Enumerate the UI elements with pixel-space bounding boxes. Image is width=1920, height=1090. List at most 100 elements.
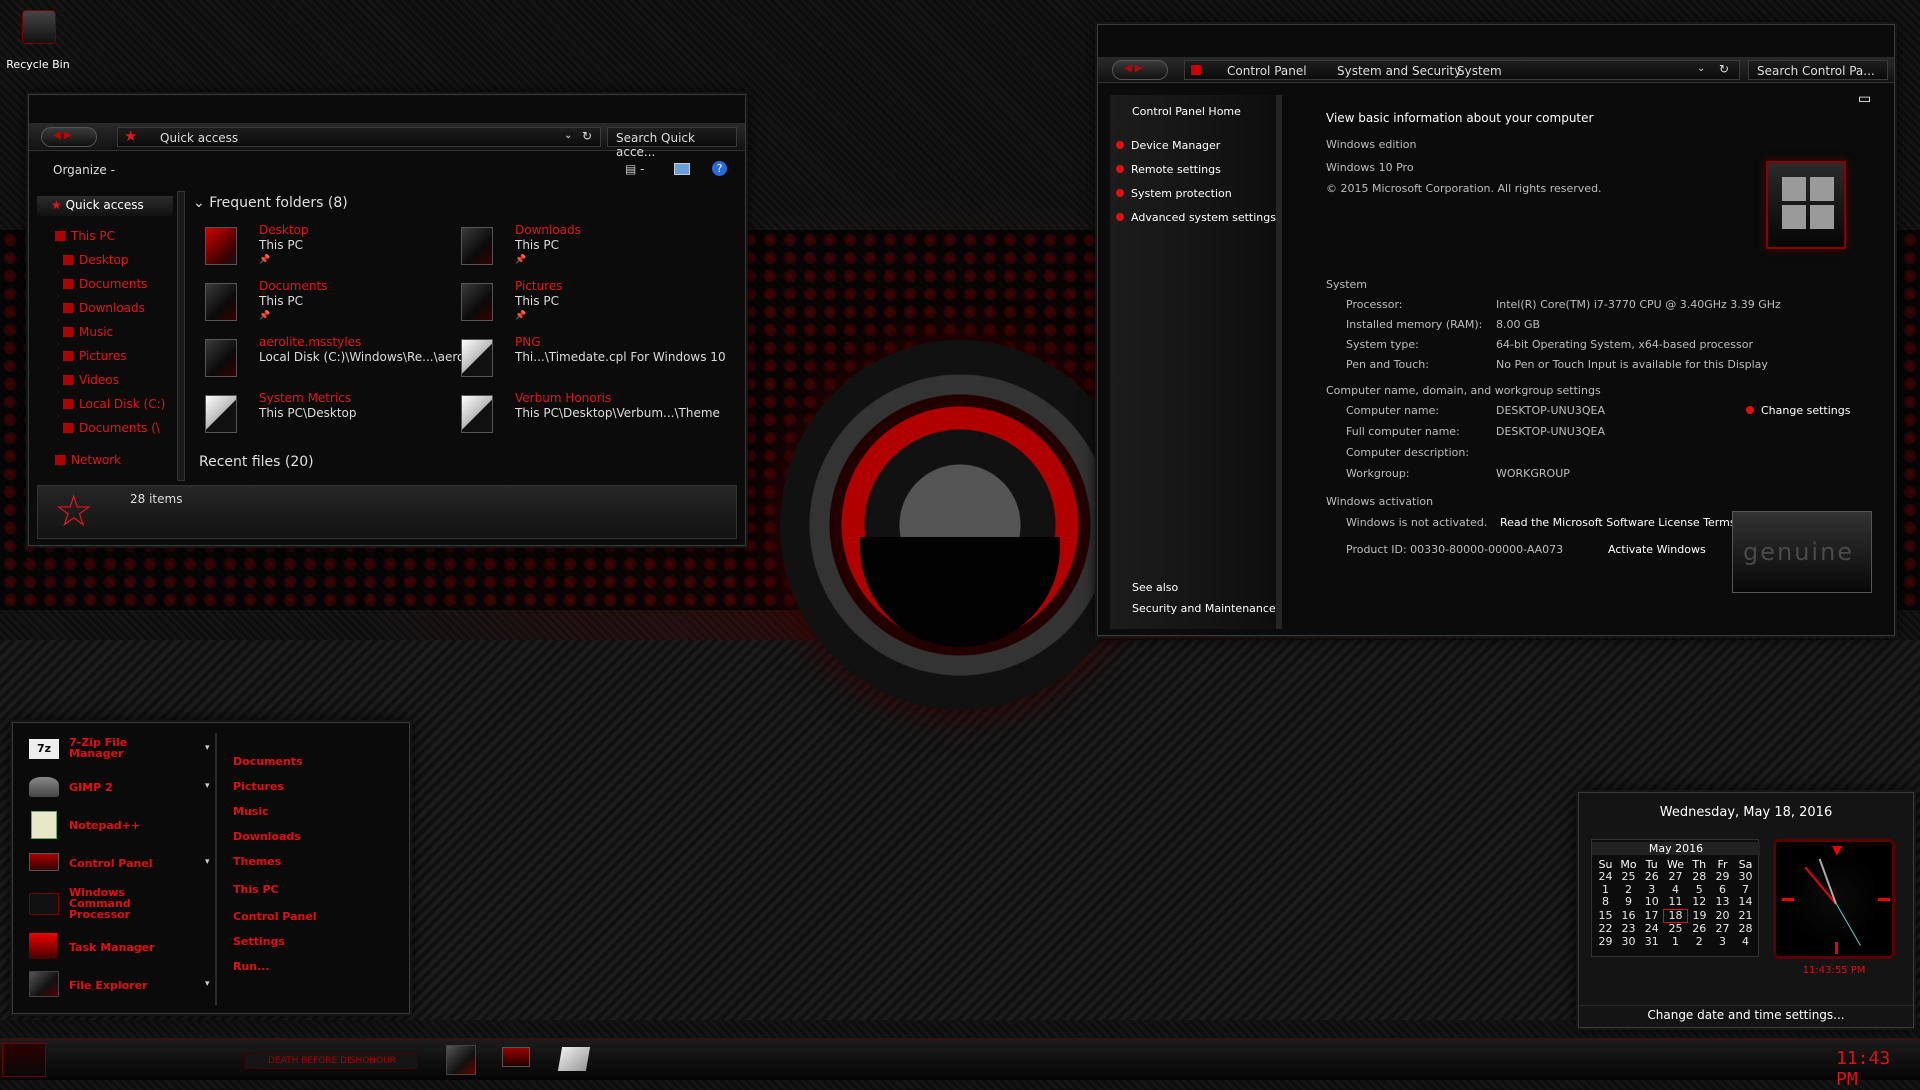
calendar-day[interactable]: 2 [1617,883,1640,897]
recent-files-header[interactable]: Recent files (20) [199,454,314,470]
place-themes[interactable]: Themes [233,855,281,868]
taskbar-explorer-icon[interactable] [446,1045,476,1075]
calendar-day[interactable]: 30 [1617,935,1640,949]
calendar-day[interactable]: 26 [1688,922,1712,936]
calendar-day[interactable]: 4 [1734,935,1757,949]
place-settings[interactable]: Settings [233,935,285,948]
nav-network[interactable]: Network [55,451,121,471]
app-item-task-manager[interactable]: Task Manager [23,929,219,963]
calendar-day[interactable]: 24 [1640,922,1664,936]
chevron-down-icon[interactable]: ▾ [205,857,210,867]
folder-item[interactable]: System Metrics This PC\Desktop [205,391,445,441]
organize-button[interactable]: Organize - [53,163,115,177]
folder-item[interactable]: Downloads This PC 📌 [461,223,731,273]
place-control-panel[interactable]: Control Panel [233,910,317,923]
calendar-day[interactable]: 22 [1594,922,1617,936]
calendar-day[interactable]: 28 [1688,870,1712,884]
cp-address-bar[interactable]: Control Panel System and Security System… [1184,60,1740,80]
chevron-down-icon[interactable]: ▾ [205,979,210,989]
nav-local-disk[interactable]: Local Disk (C:) [63,395,165,415]
calendar-day[interactable]: 27 [1711,922,1734,936]
calendar-day-today[interactable]: 18 [1663,908,1688,923]
calendar-day[interactable]: 8 [1594,896,1617,909]
calendar-day[interactable]: 12 [1688,896,1712,909]
cp-home-link[interactable]: Control Panel Home [1132,105,1241,118]
refresh-icon[interactable]: ↻ [582,129,592,143]
folder-item[interactable]: Documents This PC 📌 [205,279,445,329]
nav-this-pc[interactable]: This PC [55,227,115,247]
calendar-day[interactable]: 3 [1640,883,1664,897]
taskbar-control-panel-icon[interactable] [502,1047,530,1067]
calendar-day[interactable]: 24 [1594,870,1617,884]
device-manager-link[interactable]: Device Manager [1116,139,1220,152]
calendar-day[interactable]: 25 [1617,870,1640,884]
breadcrumb-control-panel[interactable]: Control Panel [1227,64,1307,78]
calendar-day[interactable]: 29 [1594,935,1617,949]
nav-scrollbar[interactable] [177,191,185,481]
calendar-day[interactable]: 5 [1688,883,1712,897]
app-item-gimp[interactable]: GIMP 2 ▾ [23,769,219,803]
calendar-day[interactable]: 26 [1640,870,1664,884]
calendar-day[interactable]: 1 [1594,883,1617,897]
calendar-day[interactable]: 31 [1640,935,1664,949]
explorer-address-bar[interactable]: ★ Quick access ⌄ ↻ [117,127,601,147]
folder-item[interactable]: PNG Thi...\Timedate.cpl For Windows 10 [461,335,737,385]
calendar-day[interactable]: 19 [1688,909,1712,923]
change-date-time-link[interactable]: Change date and time settings... [1579,1005,1913,1022]
calendar-day[interactable]: 29 [1711,870,1734,884]
calendar-day[interactable]: 21 [1734,909,1757,923]
app-item-7zip[interactable]: 7z 7-Zip File Manager ▾ [23,731,219,765]
back-forward-buttons[interactable] [41,127,97,147]
calendar-day[interactable]: 17 [1640,909,1664,923]
cp-search-input[interactable]: Search Control Pa... [1748,60,1888,80]
taskbar-notepad-icon[interactable] [557,1047,591,1071]
nav-documents[interactable]: Documents [63,275,147,295]
calendar-day[interactable]: 28 [1734,922,1757,936]
nav-music[interactable]: Music [63,323,113,343]
calendar-day[interactable]: 27 [1664,870,1688,884]
view-options-icon[interactable]: ▤ - [625,162,644,176]
calendar-day[interactable]: 23 [1617,922,1640,936]
nav-quick-access[interactable]: ★ Quick access [37,196,173,216]
back-forward-buttons[interactable] [1112,60,1168,80]
explorer-search-input[interactable]: Search Quick acce... [607,127,737,159]
breadcrumb-system-security[interactable]: System and Security [1337,64,1461,78]
place-music[interactable]: Music [233,805,269,818]
place-pictures[interactable]: Pictures [233,780,284,793]
calendar-month[interactable]: May 2016 [1592,842,1760,855]
preview-pane-icon[interactable] [674,163,690,175]
nav-documents-network[interactable]: Documents (\ [63,419,160,439]
place-documents[interactable]: Documents [233,755,303,768]
security-maintenance-link[interactable]: Security and Maintenance [1132,602,1276,615]
folder-item[interactable]: Pictures This PC 📌 [461,279,731,329]
calendar-day[interactable]: 3 [1711,935,1734,949]
place-run[interactable]: Run... [233,960,270,973]
remote-settings-link[interactable]: Remote settings [1116,163,1221,176]
calendar-day[interactable]: 30 [1734,870,1757,884]
nav-downloads[interactable]: Downloads [63,299,145,319]
license-terms-link[interactable]: Read the Microsoft Software License Term… [1500,516,1736,529]
calendar-day[interactable]: 9 [1617,896,1640,909]
chevron-down-icon[interactable]: ▾ [205,781,210,791]
calendar-day[interactable]: 25 [1664,922,1688,936]
app-item-notepadpp[interactable]: Notepad++ [23,807,219,841]
advanced-system-settings-link[interactable]: Advanced system settings [1116,211,1276,224]
app-item-cmd[interactable]: Windows Command Processor [23,883,219,925]
chevron-down-icon[interactable]: ⌄ [1697,63,1705,74]
place-this-pc[interactable]: This PC [233,883,279,896]
calendar-day[interactable]: 14 [1734,896,1757,909]
change-settings-link[interactable]: Change settings [1746,404,1850,417]
taskbar-clock[interactable]: 11:43 PM [1836,1048,1920,1090]
folder-item[interactable]: aerolite.msstyles Local Disk (C:)\Window… [205,335,464,385]
place-downloads[interactable]: Downloads [233,830,301,843]
calendar-day[interactable]: 1 [1664,935,1688,949]
calendar-day[interactable]: 20 [1711,909,1734,923]
frequent-folders-header[interactable]: ⌄ Frequent folders (8) [193,195,348,211]
chevron-down-icon[interactable]: ▾ [205,743,210,753]
refresh-icon[interactable]: ↻ [1719,62,1729,76]
nav-desktop[interactable]: Desktop [63,251,129,271]
help-icon[interactable]: ? [712,161,727,176]
pinned-banner[interactable]: DEATH BEFORE DISHONOUR [244,1053,418,1069]
start-button[interactable] [2,1043,46,1077]
app-item-file-explorer[interactable]: File Explorer ▾ [23,967,219,1001]
